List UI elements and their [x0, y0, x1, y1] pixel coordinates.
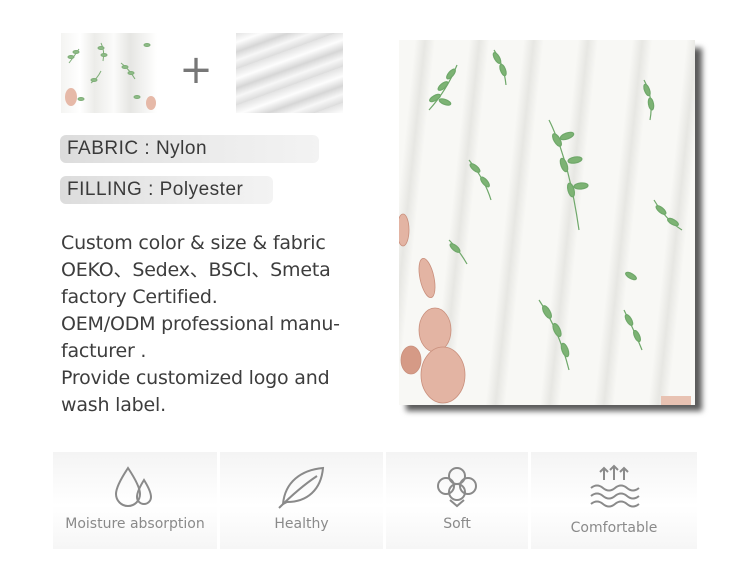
cotton-icon	[437, 467, 477, 508]
description-line: OEKO、Sedex、BSCI、Smeta	[61, 259, 331, 281]
fabric-tag: FABRIC : Nylon	[60, 135, 319, 163]
leaf-print-pattern	[65, 42, 156, 110]
product-photo	[399, 40, 695, 405]
description-text: Custom color & size & fabric OEKO、Sedex、…	[61, 230, 381, 419]
fabric-thumbnail	[61, 33, 157, 113]
filling-thumbnail	[236, 33, 343, 113]
feature-label: Soft	[443, 516, 471, 532]
feature-soft: Soft	[386, 452, 528, 549]
feature-moisture-absorption: Moisture absorption	[53, 452, 217, 549]
printed-fabric-illustration	[399, 49, 691, 405]
water-drops-icon	[114, 466, 153, 507]
description-line: Provide customized logo and	[61, 367, 330, 389]
description-line: OEM/ODM professional manu-	[61, 313, 340, 335]
waves-arrows-icon	[590, 464, 640, 508]
plus-sign: +	[179, 47, 213, 93]
description-line: wash label.	[61, 394, 166, 416]
feature-label: Comfortable	[570, 520, 658, 536]
filling-tag: FILLING : Polyester	[60, 176, 273, 204]
feature-label: Moisture absorption	[65, 516, 205, 532]
feature-healthy: Healthy	[220, 452, 383, 549]
description-line: Custom color & size & fabric	[61, 232, 326, 254]
leaf-icon	[277, 466, 324, 509]
bunny-illustration	[400, 257, 466, 404]
description-line: factory Certified.	[61, 286, 218, 308]
feature-comfortable: Comfortable	[531, 452, 697, 549]
feature-label: Healthy	[274, 516, 329, 532]
description-line: facturer .	[61, 340, 147, 362]
